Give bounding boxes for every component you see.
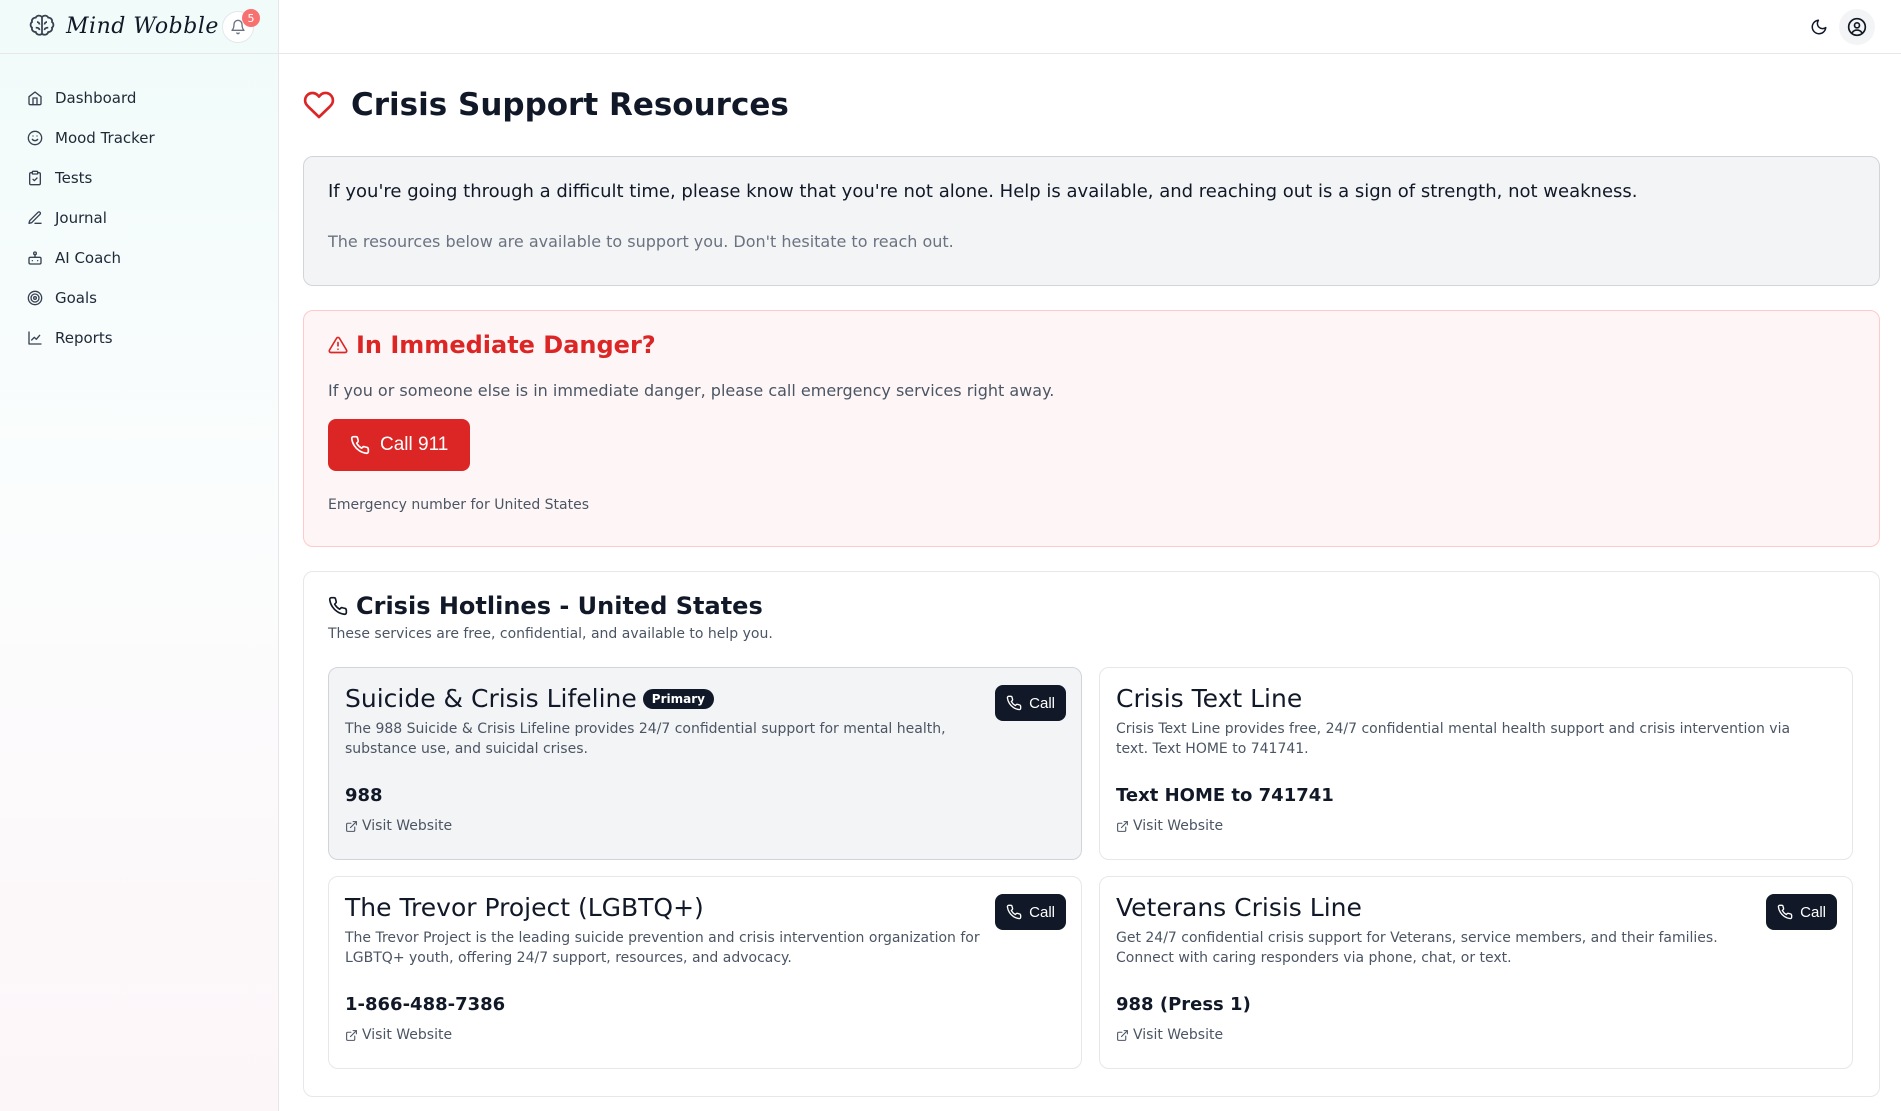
hotlines-heading: Crisis Hotlines - United States: [328, 592, 1855, 620]
hotline-description: The 988 Suicide & Crisis Lifeline provid…: [345, 721, 946, 757]
page-title: Crisis Support Resources: [351, 87, 789, 123]
call-911-label: Call 911: [380, 434, 449, 455]
hotlines-grid: Suicide & Crisis Lifeline Primary The 98…: [328, 667, 1855, 1069]
hotline-number: 1-866-488-7386: [345, 994, 506, 1015]
intro-submessage: The resources below are available to sup…: [328, 232, 954, 251]
sidebar-nav: Dashboard Mood Tracker Tests Journal AI …: [0, 78, 278, 358]
visit-website-link[interactable]: Visit Website: [1116, 818, 1836, 834]
hotline-name: The Trevor Project (LGBTQ+): [345, 893, 704, 922]
hotline-card-trevor-project: The Trevor Project (LGBTQ+) The Trevor P…: [328, 876, 1082, 1069]
visit-website-link[interactable]: Visit Website: [345, 818, 1065, 834]
sidebar-item-label: Mood Tracker: [55, 129, 155, 147]
sidebar: Mind Wobble 5 Dashboard Mood Tracker Tes…: [0, 0, 279, 1111]
sidebar-item-label: Tests: [55, 169, 93, 187]
call-button-label: Call: [1800, 903, 1826, 921]
page-header: Crisis Support Resources: [303, 54, 1880, 156]
call-button[interactable]: Call: [995, 894, 1066, 930]
sidebar-item-label: Journal: [55, 209, 107, 227]
hotlines-subtitle: These services are free, confidential, a…: [328, 626, 773, 642]
emergency-note: Emergency number for United States: [328, 497, 590, 513]
hotline-name-row: Suicide & Crisis Lifeline Primary: [345, 684, 1065, 713]
phone-icon: [1006, 904, 1022, 920]
top-bar: [279, 0, 1901, 54]
phone-icon: [1006, 695, 1022, 711]
visit-website-link[interactable]: Visit Website: [1116, 1027, 1836, 1043]
target-icon: [27, 290, 43, 306]
moon-icon: [1811, 19, 1827, 35]
hotline-name: Veterans Crisis Line: [1116, 893, 1362, 922]
smile-icon: [27, 130, 43, 146]
notifications-button[interactable]: 5: [222, 9, 260, 43]
main-content: Crisis Support Resources If you're going…: [303, 54, 1880, 1097]
bot-icon: [27, 250, 43, 266]
brand-row: Mind Wobble 5: [0, 0, 278, 54]
external-link-icon: [1116, 1029, 1129, 1042]
external-link-icon: [1116, 820, 1129, 833]
sidebar-item-label: Reports: [55, 329, 113, 347]
hotlines-title: Crisis Hotlines - United States: [356, 592, 763, 620]
pen-icon: [27, 210, 43, 226]
hotline-name-row: The Trevor Project (LGBTQ+): [345, 893, 1065, 922]
phone-icon: [1777, 904, 1793, 920]
hotline-number: 988: [345, 785, 383, 806]
call-button-label: Call: [1029, 694, 1055, 712]
danger-heading: In Immediate Danger?: [328, 331, 1855, 359]
brain-logo-icon: [26, 11, 58, 43]
intro-card: If you're going through a difficult time…: [303, 156, 1880, 286]
call-911-button[interactable]: Call 911: [328, 419, 471, 471]
external-link-icon: [345, 1029, 358, 1042]
danger-description: If you or someone else is in immediate d…: [328, 381, 1055, 400]
hotline-name: Suicide & Crisis Lifeline: [345, 684, 637, 713]
sidebar-item-label: AI Coach: [55, 249, 122, 267]
warning-triangle-icon: [328, 336, 348, 354]
hotline-name-row: Veterans Crisis Line: [1116, 893, 1836, 922]
call-button[interactable]: Call: [995, 685, 1066, 721]
immediate-danger-card: In Immediate Danger? If you or someone e…: [303, 310, 1880, 547]
sidebar-item-goals[interactable]: Goals: [0, 278, 278, 318]
hotline-name: Crisis Text Line: [1116, 684, 1303, 713]
visit-website-link[interactable]: Visit Website: [345, 1027, 1065, 1043]
call-button-label: Call: [1029, 903, 1055, 921]
hotline-description: Get 24/7 confidential crisis support for…: [1116, 930, 1718, 966]
home-icon: [27, 90, 43, 106]
primary-badge: Primary: [642, 688, 714, 709]
danger-title: In Immediate Danger?: [356, 331, 656, 359]
theme-toggle-button[interactable]: [1807, 15, 1831, 39]
hotline-card-crisis-text-line: Crisis Text Line Crisis Text Line provid…: [1099, 667, 1853, 860]
hotline-description: The Trevor Project is the leading suicid…: [345, 930, 980, 966]
hotline-number: 988 (Press 1): [1116, 994, 1251, 1015]
user-menu-button[interactable]: [1839, 9, 1875, 45]
app-name: Mind Wobble: [66, 14, 219, 39]
visit-website-label: Visit Website: [1133, 818, 1224, 834]
hotline-card-veterans-crisis-line: Veterans Crisis Line Get 24/7 confidenti…: [1099, 876, 1853, 1069]
sidebar-item-reports[interactable]: Reports: [0, 318, 278, 358]
sidebar-item-mood-tracker[interactable]: Mood Tracker: [0, 118, 278, 158]
external-link-icon: [345, 820, 358, 833]
sidebar-item-tests[interactable]: Tests: [0, 158, 278, 198]
sidebar-item-journal[interactable]: Journal: [0, 198, 278, 238]
call-button[interactable]: Call: [1766, 894, 1837, 930]
phone-icon: [328, 596, 348, 616]
hotline-number: Text HOME to 741741: [1116, 785, 1334, 806]
visit-website-label: Visit Website: [362, 818, 453, 834]
intro-message: If you're going through a difficult time…: [328, 181, 1638, 202]
hotline-description: Crisis Text Line provides free, 24/7 con…: [1116, 721, 1791, 757]
sidebar-item-ai-coach[interactable]: AI Coach: [0, 238, 278, 278]
user-circle-icon: [1847, 17, 1867, 37]
clipboard-icon: [27, 170, 43, 186]
sidebar-item-dashboard[interactable]: Dashboard: [0, 78, 278, 118]
heart-icon: [303, 91, 335, 119]
sidebar-item-label: Dashboard: [55, 89, 137, 107]
notification-badge: 5: [242, 9, 260, 27]
sidebar-item-label: Goals: [55, 289, 97, 307]
visit-website-label: Visit Website: [1133, 1027, 1224, 1043]
visit-website-label: Visit Website: [362, 1027, 453, 1043]
chart-line-icon: [27, 330, 43, 346]
phone-icon: [350, 435, 370, 455]
crisis-hotlines-card: Crisis Hotlines - United States These se…: [303, 571, 1880, 1097]
hotline-name-row: Crisis Text Line: [1116, 684, 1836, 713]
hotline-card-suicide-crisis-lifeline: Suicide & Crisis Lifeline Primary The 98…: [328, 667, 1082, 860]
